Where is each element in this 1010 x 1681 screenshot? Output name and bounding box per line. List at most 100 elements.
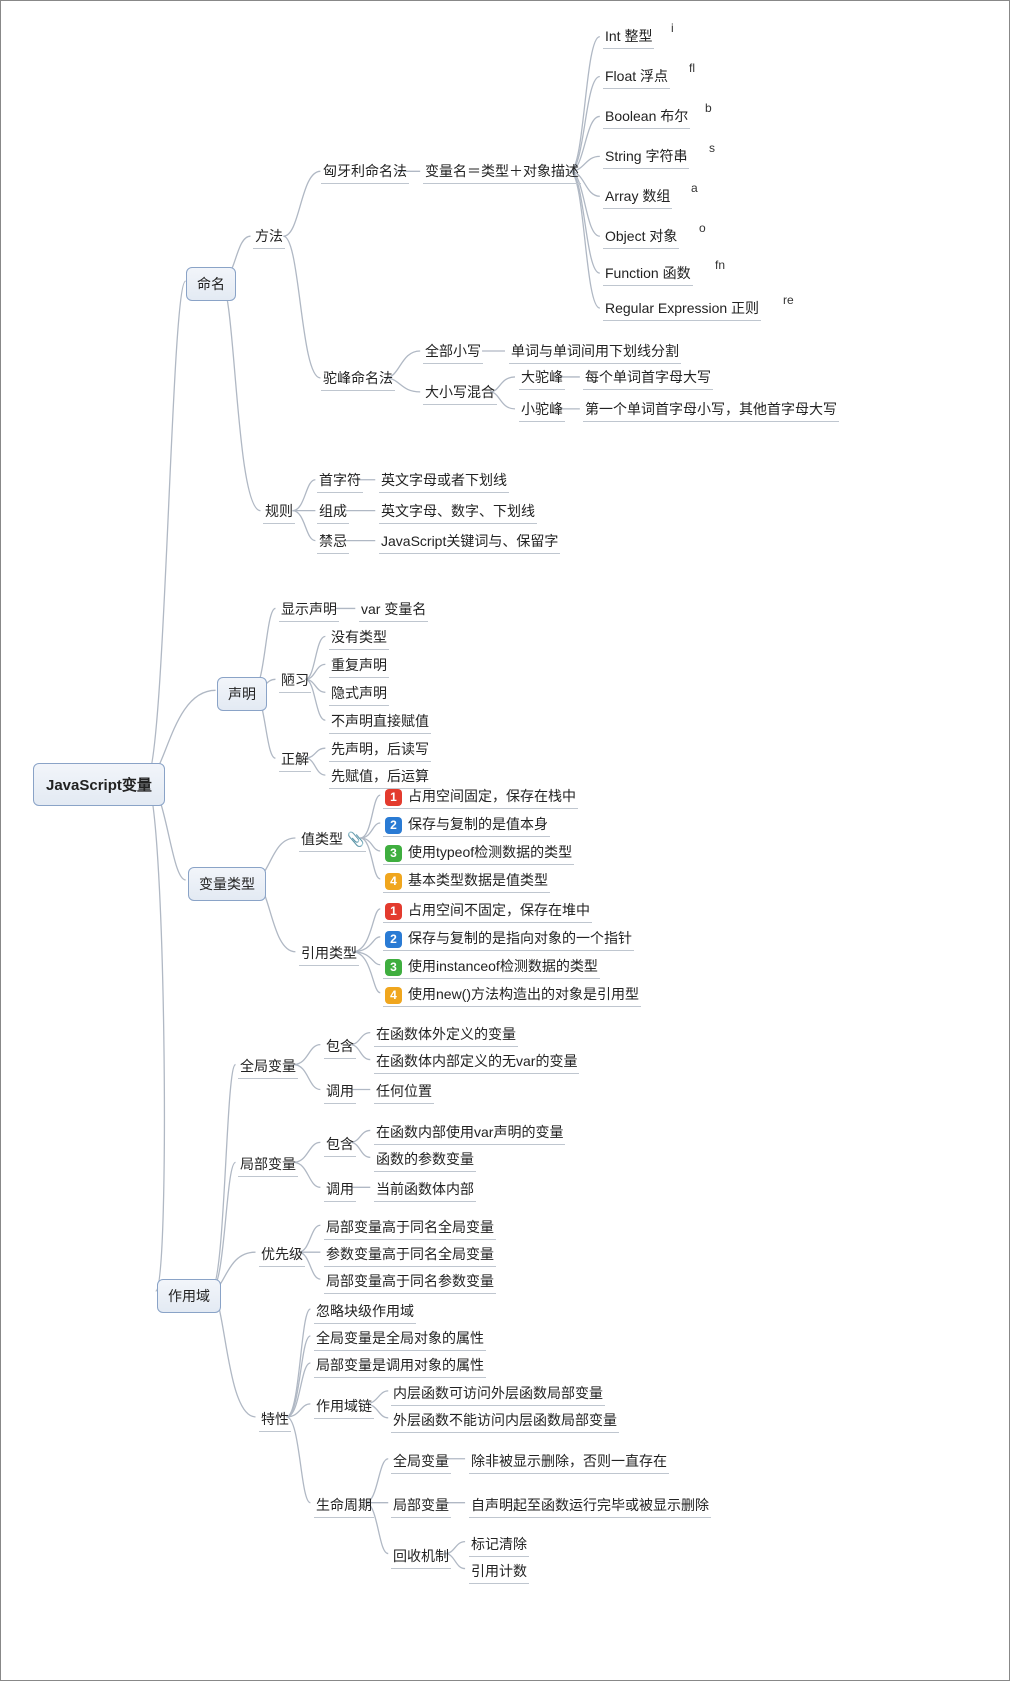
- vtype-r1: 1 占用空间不固定，保存在堆中: [383, 899, 592, 923]
- priority-4-icon: 4: [385, 873, 402, 890]
- node-camel: 驼峰命名法: [321, 367, 395, 391]
- decl-bad: 陋习: [279, 669, 311, 693]
- node-method: 方法: [253, 225, 285, 249]
- scope-priority: 优先级: [259, 1243, 305, 1267]
- camel-mix: 大小写混合: [423, 381, 497, 405]
- feature-chain: 作用域链: [314, 1395, 374, 1419]
- local-c1: 在函数内部使用var声明的变量: [374, 1121, 565, 1145]
- global-call: 调用: [324, 1080, 356, 1104]
- chain-1: 内层函数可访问外层函数局部变量: [391, 1382, 605, 1406]
- vtype-v3-text: 使用typeof检测数据的类型: [408, 844, 572, 860]
- feature-life: 生命周期: [314, 1494, 374, 1518]
- type-bool-suffix: b: [705, 101, 712, 115]
- node-rule: 规则: [263, 500, 295, 524]
- vtype-v1: 1 占用空间固定，保存在栈中: [383, 785, 578, 809]
- type-object-suffix: o: [699, 221, 706, 235]
- vartype-ref: 引用类型: [299, 942, 359, 966]
- priority-2: 参数变量高于同名全局变量: [324, 1243, 496, 1267]
- priority-3: 局部变量高于同名参数变量: [324, 1270, 496, 1294]
- priority-3-icon: 3: [385, 959, 402, 976]
- life-local-desc: 自声明起至函数运行完毕或被显示删除: [469, 1494, 711, 1518]
- attachment-icon: 📎: [347, 831, 364, 848]
- global-contain: 包含: [324, 1035, 356, 1059]
- rule-taboo: 禁忌: [317, 530, 349, 554]
- decl-bad2: 重复声明: [329, 654, 389, 678]
- vartype-value-label: 值类型: [301, 831, 343, 847]
- vtype-r4-text: 使用new()方法构造出的对象是引用型: [408, 986, 639, 1002]
- camel-small: 小驼峰: [519, 398, 565, 422]
- root-node: JavaScript变量: [33, 763, 165, 806]
- decl-bad1: 没有类型: [329, 626, 389, 650]
- priority-1-icon: 1: [385, 789, 402, 806]
- gc-1: 标记清除: [469, 1533, 529, 1557]
- decl-good: 正解: [279, 748, 311, 772]
- vtype-r4: 4 使用new()方法构造出的对象是引用型: [383, 983, 641, 1007]
- camel-all-lower: 全部小写: [423, 340, 483, 364]
- rule-first: 首字符: [317, 469, 363, 493]
- node-decl: 声明: [217, 677, 267, 711]
- vtype-r2: 2 保存与复制的是指向对象的一个指针: [383, 927, 634, 951]
- type-bool: Boolean 布尔: [603, 105, 690, 129]
- vtype-v3: 3 使用typeof检测数据的类型: [383, 841, 574, 865]
- type-function: Function 函数: [603, 262, 693, 286]
- rule-taboo-desc: JavaScript关键词与、保留字: [379, 530, 560, 554]
- rule-comp: 组成: [317, 500, 349, 524]
- camel-small-desc: 第一个单词首字母小写，其他首字母大写: [583, 398, 839, 422]
- priority-2-icon: 2: [385, 931, 402, 948]
- scope-local: 局部变量: [238, 1153, 298, 1177]
- camel-big-desc: 每个单词首字母大写: [583, 366, 713, 390]
- vtype-r3: 3使用instanceof检测数据的类型: [383, 955, 600, 979]
- feature-3: 局部变量是调用对象的属性: [314, 1354, 486, 1378]
- vtype-r1-text: 占用空间不固定，保存在堆中: [408, 902, 590, 918]
- priority-4-icon: 4: [385, 987, 402, 1004]
- type-function-suffix: fn: [715, 258, 725, 272]
- type-int: Int 整型: [603, 25, 654, 49]
- decl-good1: 先声明，后读写: [329, 738, 431, 762]
- type-array: Array 数组: [603, 185, 672, 209]
- type-regex-suffix: re: [783, 293, 794, 307]
- scope-feature: 特性: [259, 1408, 291, 1432]
- gc-2: 引用计数: [469, 1560, 529, 1584]
- global-c2: 在函数体内部定义的无var的变量: [374, 1050, 579, 1074]
- vtype-v4: 4 基本类型数据是值类型: [383, 869, 550, 893]
- type-array-suffix: a: [691, 181, 698, 195]
- camel-big: 大驼峰: [519, 366, 565, 390]
- vtype-v2-text: 保存与复制的是值本身: [408, 816, 548, 832]
- type-string: String 字符串: [603, 145, 689, 169]
- vtype-r2-text: 保存与复制的是指向对象的一个指针: [408, 930, 632, 946]
- priority-1-icon: 1: [385, 903, 402, 920]
- type-regex: Regular Expression 正则: [603, 297, 761, 321]
- global-c1: 在函数体外定义的变量: [374, 1023, 518, 1047]
- type-object: Object 对象: [603, 225, 679, 249]
- local-call-desc: 当前函数体内部: [374, 1178, 476, 1202]
- node-vartype: 变量类型: [188, 867, 266, 901]
- rule-comp-desc: 英文字母、数字、下划线: [379, 500, 537, 524]
- node-scope: 作用域: [157, 1279, 221, 1313]
- chain-2: 外层函数不能访问内层函数局部变量: [391, 1409, 619, 1433]
- local-contain: 包含: [324, 1133, 356, 1157]
- priority-1: 局部变量高于同名全局变量: [324, 1216, 496, 1240]
- feature-2: 全局变量是全局对象的属性: [314, 1327, 486, 1351]
- type-int-suffix: i: [671, 21, 674, 35]
- vartype-value: 值类型📎: [299, 828, 366, 852]
- mind-map: JavaScript变量 命名 声明 变量类型 作用域 方法 规则 匈牙利命名法…: [0, 0, 1010, 1681]
- feature-1: 忽略块级作用域: [314, 1300, 416, 1324]
- life-global: 全局变量: [391, 1450, 451, 1474]
- type-string-suffix: s: [709, 141, 715, 155]
- local-call: 调用: [324, 1178, 356, 1202]
- rule-first-desc: 英文字母或者下划线: [379, 469, 509, 493]
- type-float: Float 浮点: [603, 65, 670, 89]
- life-global-desc: 除非被显示删除，否则一直存在: [469, 1450, 669, 1474]
- life-gc: 回收机制: [391, 1545, 451, 1569]
- vtype-v4-text: 基本类型数据是值类型: [408, 872, 548, 888]
- decl-explicit: 显示声明: [279, 598, 339, 622]
- vtype-v1-text: 占用空间固定，保存在栈中: [408, 788, 576, 804]
- priority-2-icon: 2: [385, 817, 402, 834]
- scope-global: 全局变量: [238, 1055, 298, 1079]
- decl-bad3: 隐式声明: [329, 682, 389, 706]
- priority-3-icon: 3: [385, 845, 402, 862]
- global-call-desc: 任何位置: [374, 1080, 434, 1104]
- local-c2: 函数的参数变量: [374, 1148, 476, 1172]
- camel-all-lower-desc: 单词与单词间用下划线分割: [509, 340, 681, 364]
- vtype-v2: 2 保存与复制的是值本身: [383, 813, 550, 837]
